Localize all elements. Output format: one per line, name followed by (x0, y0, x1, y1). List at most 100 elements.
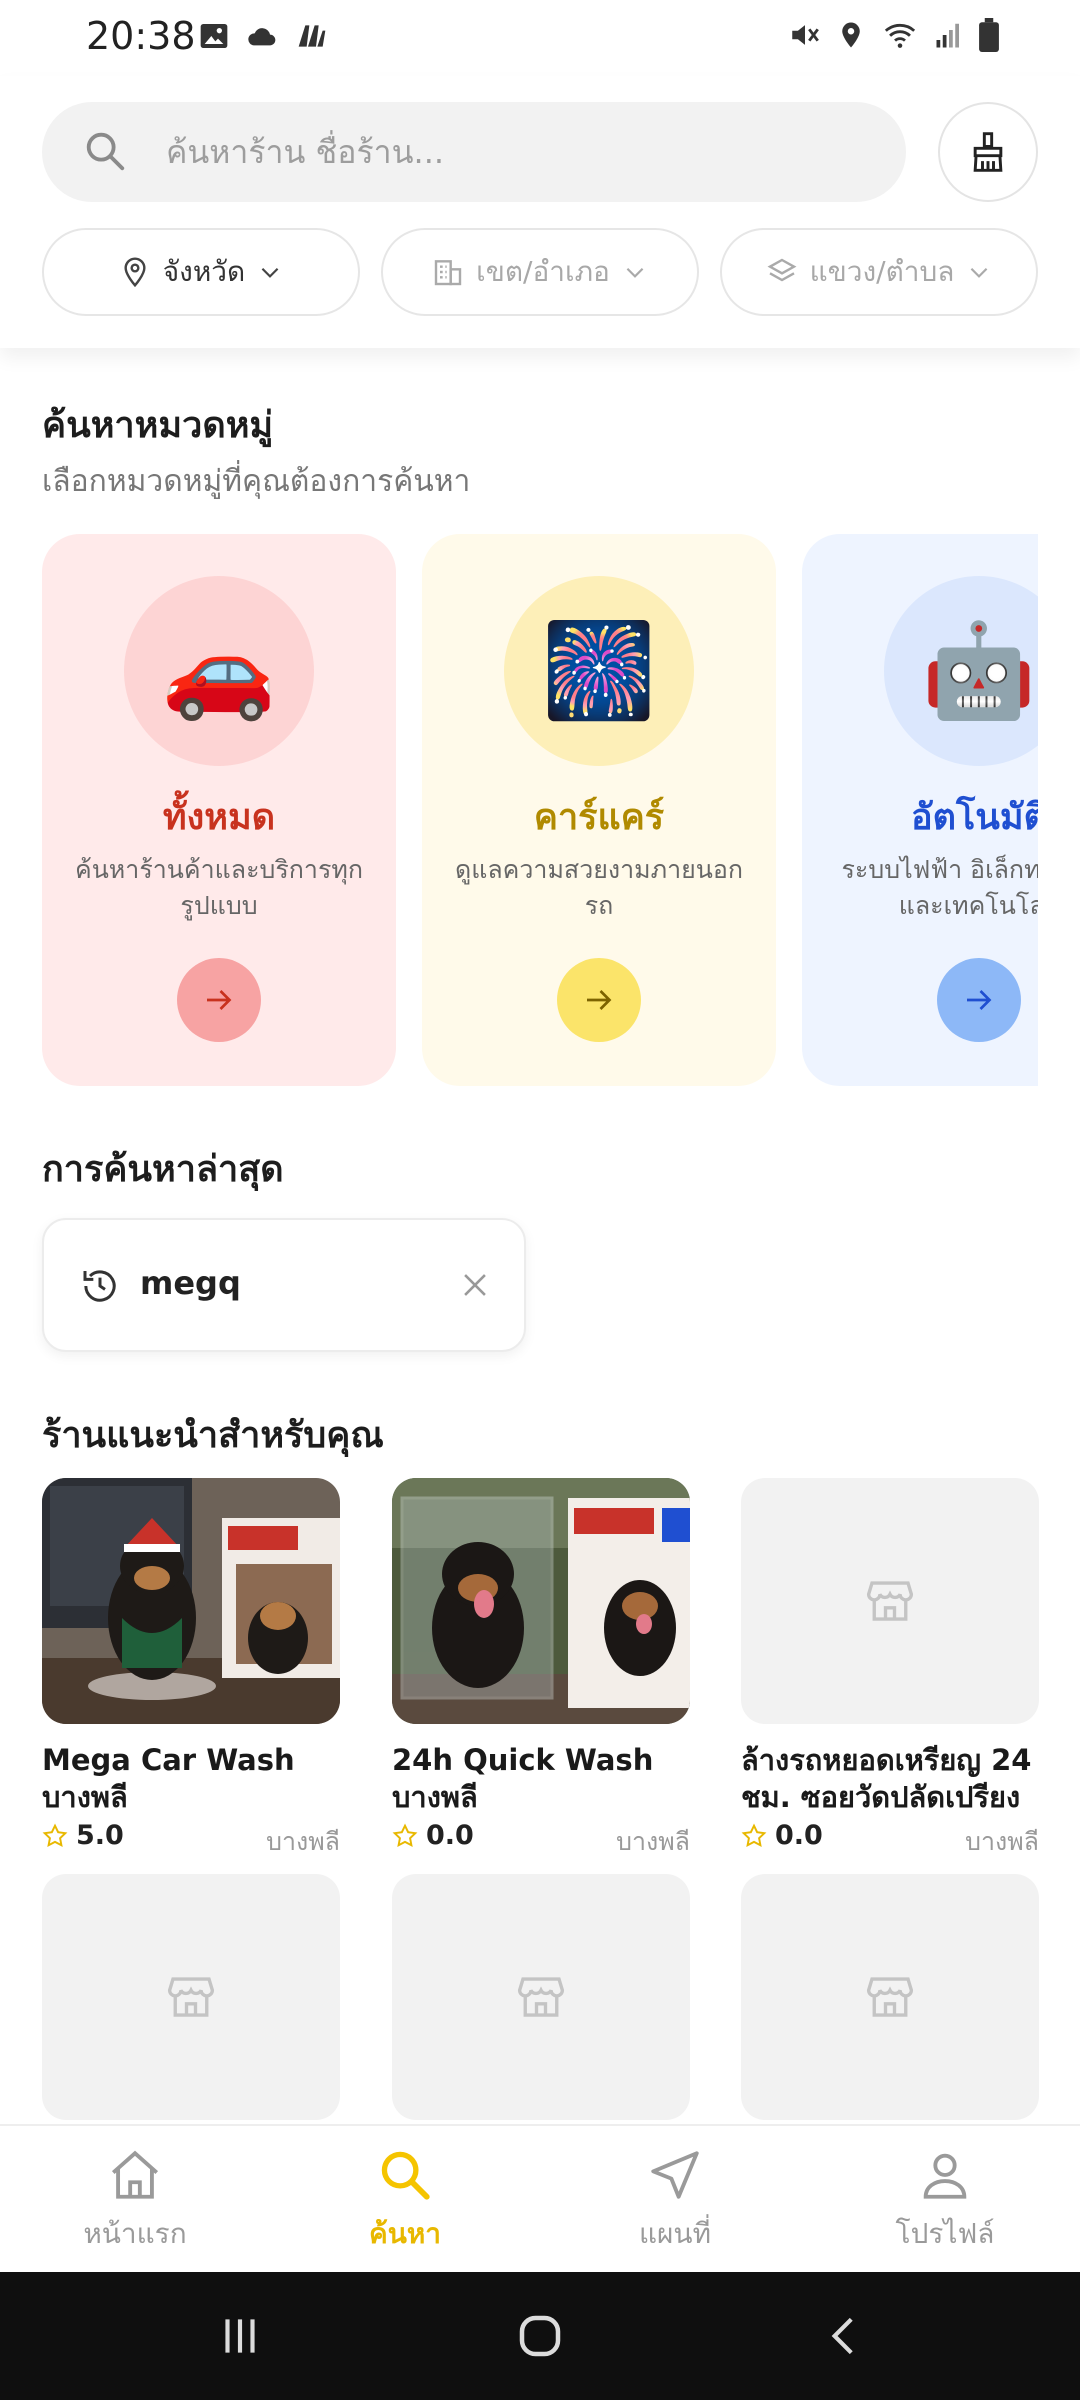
arrow-right-icon (587, 990, 612, 1010)
nav-search[interactable]: ค้นหา (270, 2146, 540, 2256)
home-circle-icon (519, 2315, 561, 2357)
shop-photo-placeholder (741, 1478, 1039, 1724)
status-bar: 20:38 (0, 0, 1080, 76)
search-header: จังหวัด เขต/อำเภอ แขวง/ตำบล (0, 76, 1080, 348)
battery-icon (979, 18, 999, 52)
category-description: ระบบไฟฟ้า อิเล็กทรอนิกส์ และเทคโนโลยี (841, 855, 1039, 920)
shop-photo (392, 1478, 690, 1724)
star-icon (741, 1822, 767, 1847)
dog-figure-photo (42, 1478, 340, 1724)
signal-icon (936, 23, 959, 48)
category-description: ดูแลความสวยงามภายนอกรถ (454, 855, 744, 920)
recent-title: การค้นหาล่าสุด (42, 1149, 284, 1190)
building-icon (434, 260, 462, 286)
nav-profile-label: โปรไฟล์ (895, 2217, 995, 2250)
store-icon (167, 1977, 215, 2017)
category-icon-circle: 🎆 (504, 576, 694, 766)
nav-map[interactable]: แผนที่ (540, 2146, 810, 2256)
search-bar[interactable] (42, 102, 906, 202)
shop-name: Mega Car Wash บางพลี (42, 1743, 295, 1814)
arrow-right-icon (207, 990, 232, 1010)
home-icon (111, 2150, 159, 2199)
chevron-down-icon (261, 267, 279, 278)
category-arrow-button[interactable] (557, 958, 641, 1042)
filter-province-label: จังหวัด (162, 255, 246, 288)
shop-rating-value: 5.0 (76, 1820, 124, 1851)
nav-profile[interactable]: โปรไฟล์ (810, 2146, 1080, 2256)
nav-map-label: แผนที่ (638, 2217, 712, 2250)
category-title: อัตโนมัติ (910, 797, 1038, 838)
history-icon (83, 1270, 116, 1302)
bottom-navigation: หน้าแรก ค้นหา แผนที่ โปรไฟล์ (0, 2124, 1080, 2272)
location-icon (842, 22, 860, 48)
shop-photo-placeholder (42, 1874, 340, 2120)
store-icon (517, 1977, 565, 2017)
category-icon-circle: 🤖 (884, 576, 1038, 766)
shop-card[interactable]: Mega Car Wash บางพลี 5.0 บางพลี (42, 1478, 340, 1858)
shop-district: บางพลี (965, 1827, 1039, 1856)
user-icon (923, 2153, 967, 2199)
robot-icon: 🤖 (921, 617, 1037, 724)
shop-card[interactable] (392, 1874, 690, 2124)
store-icon (866, 1977, 914, 2017)
filter-subdistrict[interactable]: แขวง/ตำบล (720, 228, 1038, 316)
category-icon-circle: 🚗 (124, 576, 314, 766)
shop-rating-value: 0.0 (426, 1820, 474, 1851)
category-card-carcare[interactable]: 🎆 คาร์แคร์ ดูแลความสวยงามภายนอกรถ (422, 534, 776, 1086)
clear-filters-button[interactable] (938, 102, 1038, 202)
recent-apps-button[interactable] (190, 2306, 290, 2366)
chevron-down-icon (626, 267, 644, 278)
store-icon (866, 1581, 914, 1621)
recent-search-text: megq (140, 1264, 241, 1302)
star-icon (42, 1822, 68, 1847)
categories-subtitle: เลือกหมวดหมู่ที่คุณต้องการค้นหา (42, 464, 471, 499)
home-button[interactable] (490, 2306, 590, 2366)
back-icon (831, 2317, 853, 2355)
layers-icon (767, 258, 797, 282)
category-title: คาร์แคร์ (533, 797, 665, 838)
shop-photo-placeholder (741, 1874, 1039, 2120)
shop-card[interactable]: 24h Quick Wash บางพลี 0.0 บางพลี (392, 1478, 690, 1858)
category-card-all[interactable]: 🚗 ทั้งหมด ค้นหาร้านค้าและบริการทุกรูปแบบ (42, 534, 396, 1086)
category-arrow-button[interactable] (177, 958, 261, 1042)
wifi-icon (884, 23, 916, 48)
shop-district: บางพลี (616, 1827, 690, 1856)
shop-card[interactable] (42, 1874, 340, 2124)
category-card-automation[interactable]: 🤖 อัตโนมัติ ระบบไฟฟ้า อิเล็กทรอนิกส์ และ… (802, 534, 1038, 1086)
fireworks-icon: 🎆 (541, 617, 657, 724)
shop-photo (42, 1478, 340, 1724)
nav-home[interactable]: หน้าแรก (0, 2146, 270, 2256)
shop-photo-placeholder (392, 1874, 690, 2120)
system-navigation-bar (0, 2272, 1080, 2400)
filter-district-label: เขต/อำเภอ (476, 255, 610, 288)
filter-subdistrict-label: แขวง/ตำบล (809, 255, 955, 288)
category-carousel[interactable]: 🚗 ทั้งหมด ค้นหาร้านค้าและบริการทุกรูปแบบ… (42, 534, 1038, 1088)
nav-search-label: ค้นหา (368, 2217, 442, 2250)
cloud-icon (248, 28, 276, 46)
recent-apps-icon (225, 2319, 255, 2353)
back-button[interactable] (795, 2306, 895, 2366)
close-icon[interactable] (458, 1268, 492, 1302)
search-icon (381, 2151, 430, 2200)
recent-search-item[interactable]: megq (42, 1218, 526, 1352)
navigation-icon (651, 2151, 699, 2199)
location-pin-icon (124, 257, 146, 288)
search-input[interactable] (166, 102, 866, 202)
search-icon (86, 132, 125, 171)
category-title: ทั้งหมด (162, 797, 276, 838)
category-description: ค้นหาร้านค้าและบริการทุกรูปแบบ (74, 855, 364, 920)
star-icon (392, 1822, 418, 1847)
categories-title: ค้นหาหมวดหมู่ (42, 405, 274, 446)
arrow-right-icon (967, 990, 992, 1010)
image-icon (200, 24, 228, 48)
filter-province[interactable]: จังหวัด (42, 228, 360, 316)
car-icon: 🚗 (161, 617, 277, 724)
shop-card[interactable]: ล้างรถหยอดเหรียญ 24 ชม. ซอยวัดปลัดเปรียง… (741, 1478, 1039, 1858)
shop-name: ล้างรถหยอดเหรียญ 24 ชม. ซอยวัดปลัดเปรียง (741, 1743, 1032, 1814)
category-arrow-button[interactable] (937, 958, 1021, 1042)
shop-card[interactable] (741, 1874, 1039, 2124)
filter-district[interactable]: เขต/อำเภอ (381, 228, 699, 316)
shop-name: 24h Quick Wash บางพลี (392, 1743, 654, 1814)
app-icon (298, 25, 326, 47)
dog-figure-photo (392, 1478, 690, 1724)
